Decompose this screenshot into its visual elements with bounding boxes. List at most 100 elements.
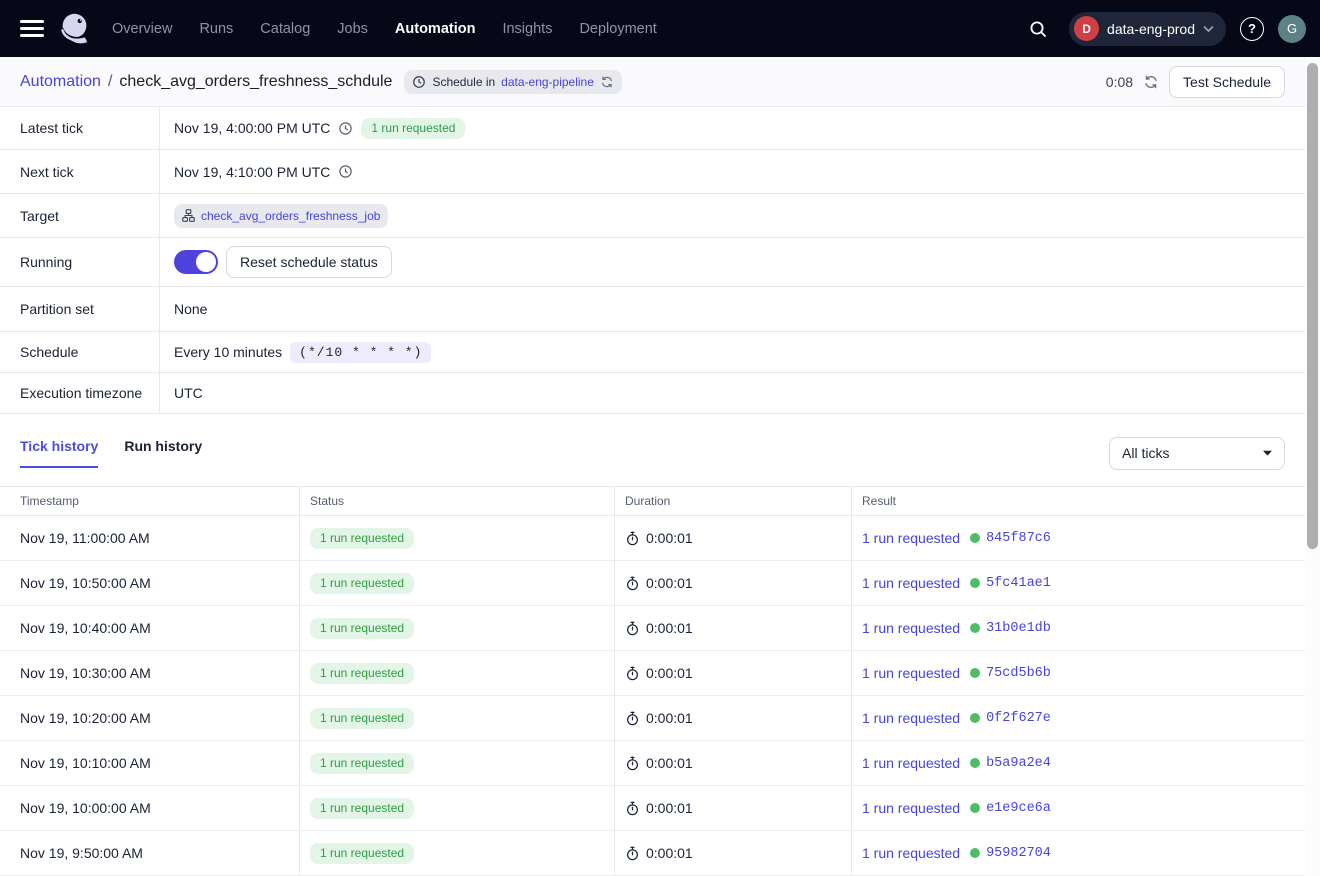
stopwatch-icon — [625, 711, 640, 726]
nav-item-overview[interactable]: Overview — [112, 21, 172, 37]
deployment-initial-badge: D — [1074, 16, 1099, 41]
detail-row-latest-tick: Latest tick Nov 19, 4:00:00 PM UTC 1 run… — [0, 107, 1305, 150]
nav-item-insights[interactable]: Insights — [502, 21, 552, 37]
search-icon[interactable] — [1021, 12, 1055, 46]
col-header-duration: Duration — [614, 487, 851, 515]
refresh-icon[interactable] — [1143, 74, 1159, 90]
run-status-dot — [970, 533, 980, 543]
stopwatch-icon — [625, 756, 640, 771]
tick-result-link[interactable]: 1 run requested — [862, 530, 960, 546]
user-avatar[interactable]: G — [1278, 15, 1306, 43]
latest-tick-label: Latest tick — [0, 107, 160, 149]
next-tick-label: Next tick — [0, 150, 160, 193]
table-row: Nov 19, 11:00:00 AM 1 run requested 0:00… — [0, 516, 1305, 561]
run-id-link[interactable]: 0f2f627e — [986, 711, 1051, 726]
vertical-scrollbar[interactable] — [1305, 58, 1320, 876]
nav-item-runs[interactable]: Runs — [199, 21, 233, 37]
tick-status-badge: 1 run requested — [310, 798, 414, 819]
table-row: Nov 19, 10:00:00 AM 1 run requested 0:00… — [0, 786, 1305, 831]
nav-item-deployment[interactable]: Deployment — [579, 21, 656, 37]
tick-filter-select[interactable]: All ticks — [1109, 437, 1285, 470]
tick-timestamp: Nov 19, 10:40:00 AM — [0, 606, 299, 650]
tick-duration-value: 0:00:01 — [646, 620, 693, 636]
nav-item-automation[interactable]: Automation — [395, 21, 476, 37]
stopwatch-icon — [625, 531, 640, 546]
scrollbar-thumb[interactable] — [1307, 63, 1318, 549]
table-row: Nov 19, 10:30:00 AM 1 run requested 0:00… — [0, 651, 1305, 696]
run-id-link[interactable]: 95982704 — [986, 846, 1051, 861]
tab-tick-history[interactable]: Tick history — [20, 438, 98, 468]
run-status-dot — [970, 578, 980, 588]
tick-status-badge: 1 run requested — [310, 573, 414, 594]
table-row: Nov 19, 10:40:00 AM 1 run requested 0:00… — [0, 606, 1305, 651]
running-label: Running — [0, 238, 160, 286]
table-row: Nov 19, 10:10:00 AM 1 run requested 0:00… — [0, 741, 1305, 786]
table-row: Nov 19, 9:50:00 AM 1 run requested 0:00:… — [0, 831, 1305, 876]
schedule-details: Latest tick Nov 19, 4:00:00 PM UTC 1 run… — [0, 107, 1305, 414]
tick-result-link[interactable]: 1 run requested — [862, 665, 960, 681]
menu-icon[interactable] — [20, 20, 44, 37]
tick-table-body: Nov 19, 11:00:00 AM 1 run requested 0:00… — [0, 516, 1305, 876]
pipeline-link[interactable]: data-eng-pipeline — [501, 75, 594, 89]
breadcrumb-automation-link[interactable]: Automation — [20, 73, 101, 91]
latest-tick-value: Nov 19, 4:00:00 PM UTC — [174, 120, 330, 136]
tick-result-link[interactable]: 1 run requested — [862, 755, 960, 771]
next-tick-value: Nov 19, 4:10:00 PM UTC — [174, 164, 330, 180]
tick-result-link[interactable]: 1 run requested — [862, 800, 960, 816]
tick-timestamp: Nov 19, 9:50:00 AM — [0, 831, 299, 875]
running-toggle[interactable] — [174, 250, 218, 274]
schedule-value: Every 10 minutes — [174, 344, 282, 360]
target-job-tag: check_avg_orders_freshness_job — [174, 204, 388, 228]
detail-row-partition-set: Partition set None — [0, 287, 1305, 332]
help-icon[interactable]: ? — [1240, 17, 1264, 41]
nav-item-catalog[interactable]: Catalog — [260, 21, 310, 37]
tick-status-badge: 1 run requested — [310, 618, 414, 639]
deployment-name: data-eng-prod — [1107, 21, 1195, 37]
tick-duration-value: 0:00:01 — [646, 530, 693, 546]
tick-duration-value: 0:00:01 — [646, 710, 693, 726]
tick-result-link[interactable]: 1 run requested — [862, 575, 960, 591]
tick-duration-value: 0:00:01 — [646, 800, 693, 816]
detail-row-target: Target check_avg_orders_freshness_job — [0, 194, 1305, 238]
run-status-dot — [970, 758, 980, 768]
timezone-value: UTC — [174, 385, 203, 401]
reload-icon[interactable] — [600, 75, 614, 89]
run-id-link[interactable]: 75cd5b6b — [986, 666, 1051, 681]
reset-schedule-status-button[interactable]: Reset schedule status — [226, 246, 392, 278]
latest-tick-status-badge: 1 run requested — [361, 118, 465, 139]
dagster-logo-icon[interactable] — [56, 10, 94, 48]
run-status-dot — [970, 848, 980, 858]
tick-result-link[interactable]: 1 run requested — [862, 620, 960, 636]
tick-status-badge: 1 run requested — [310, 843, 414, 864]
run-id-link[interactable]: 5fc41ae1 — [986, 576, 1051, 591]
tick-history-table: Timestamp Status Duration Result Nov 19,… — [0, 486, 1305, 876]
clock-icon — [338, 121, 353, 136]
run-id-link[interactable]: 31b0e1db — [986, 621, 1051, 636]
schedule-label: Schedule — [0, 332, 160, 372]
detail-row-schedule: Schedule Every 10 minutes (*/10 * * * *) — [0, 332, 1305, 373]
tick-timestamp: Nov 19, 10:10:00 AM — [0, 741, 299, 785]
col-header-timestamp: Timestamp — [0, 487, 299, 515]
tick-timestamp: Nov 19, 10:00:00 AM — [0, 786, 299, 830]
tick-duration-value: 0:00:01 — [646, 755, 693, 771]
tick-duration-value: 0:00:01 — [646, 665, 693, 681]
run-id-link[interactable]: b5a9a2e4 — [986, 756, 1051, 771]
tick-status-badge: 1 run requested — [310, 663, 414, 684]
deployment-switcher[interactable]: D data-eng-prod — [1069, 12, 1226, 46]
test-schedule-button[interactable]: Test Schedule — [1169, 66, 1285, 98]
clock-icon — [412, 75, 426, 89]
breadcrumb-separator: / — [108, 73, 112, 91]
nav-item-jobs[interactable]: Jobs — [337, 21, 368, 37]
run-id-link[interactable]: 845f87c6 — [986, 531, 1051, 546]
tick-result-link[interactable]: 1 run requested — [862, 845, 960, 861]
target-job-link[interactable]: check_avg_orders_freshness_job — [201, 209, 380, 223]
tick-duration-value: 0:00:01 — [646, 575, 693, 591]
detail-row-next-tick: Next tick Nov 19, 4:10:00 PM UTC — [0, 150, 1305, 194]
run-id-link[interactable]: e1e9ce6a — [986, 801, 1051, 816]
tick-status-badge: 1 run requested — [310, 528, 414, 549]
run-status-dot — [970, 713, 980, 723]
tick-result-link[interactable]: 1 run requested — [862, 710, 960, 726]
refresh-countdown: 0:08 — [1106, 74, 1133, 90]
tab-run-history[interactable]: Run history — [124, 438, 202, 468]
stopwatch-icon — [625, 846, 640, 861]
